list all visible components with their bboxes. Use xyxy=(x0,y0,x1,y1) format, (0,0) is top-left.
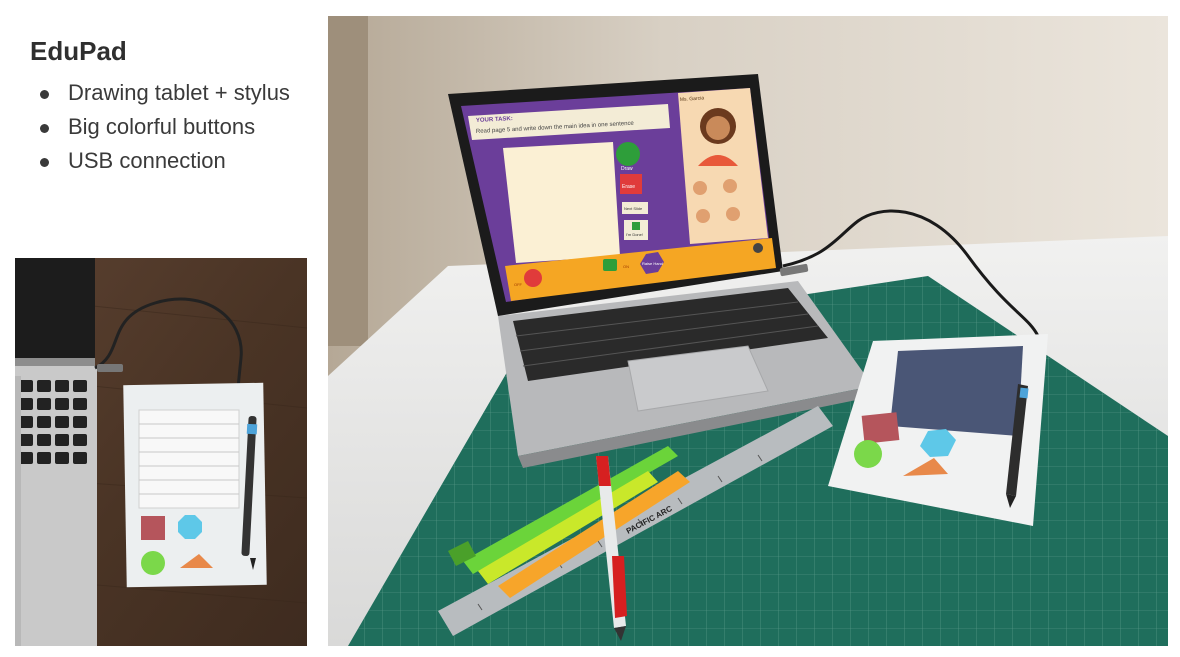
bullet-dot xyxy=(40,124,49,133)
camera-icon xyxy=(603,259,617,271)
next-slide-button: Next Slide xyxy=(624,206,643,211)
done-button: I'm Done! xyxy=(626,232,643,237)
photo-tablet-topdown xyxy=(15,258,307,646)
feature-list: Drawing tablet + stylus Big colorful but… xyxy=(36,76,306,178)
feature-text: Drawing tablet + stylus xyxy=(68,80,290,105)
page-title: EduPad xyxy=(30,36,127,66)
feature-item: Drawing tablet + stylus xyxy=(36,76,306,110)
laptop-screen-ui: YOUR TASK: Read page 5 and write down th… xyxy=(461,88,776,302)
feature-text: Big colorful buttons xyxy=(68,114,256,139)
thumbs-up-icon xyxy=(632,222,640,230)
bullet-dot xyxy=(40,158,49,167)
tablet-topdown-illustration xyxy=(15,258,307,646)
pencil-icon xyxy=(616,142,640,166)
feature-item: USB connection xyxy=(36,144,306,178)
mic-toggle-off: OFF xyxy=(514,282,523,287)
raise-hand-button: Raise Hand xyxy=(642,261,663,266)
feature-text: USB connection xyxy=(68,148,226,173)
feature-item: Big colorful buttons xyxy=(36,110,306,144)
edupad-setup-illustration: YOUR TASK: Read page 5 and write down th… xyxy=(328,16,1168,646)
mic-icon xyxy=(524,269,542,287)
draw-button: Draw xyxy=(621,166,633,172)
camera-toggle-on: ON xyxy=(623,264,629,269)
photo-edupad-setup: YOUR TASK: Read page 5 and write down th… xyxy=(328,16,1168,646)
settings-icon xyxy=(753,243,763,253)
erase-button: Erase xyxy=(622,184,635,190)
bullet-dot xyxy=(40,90,49,99)
